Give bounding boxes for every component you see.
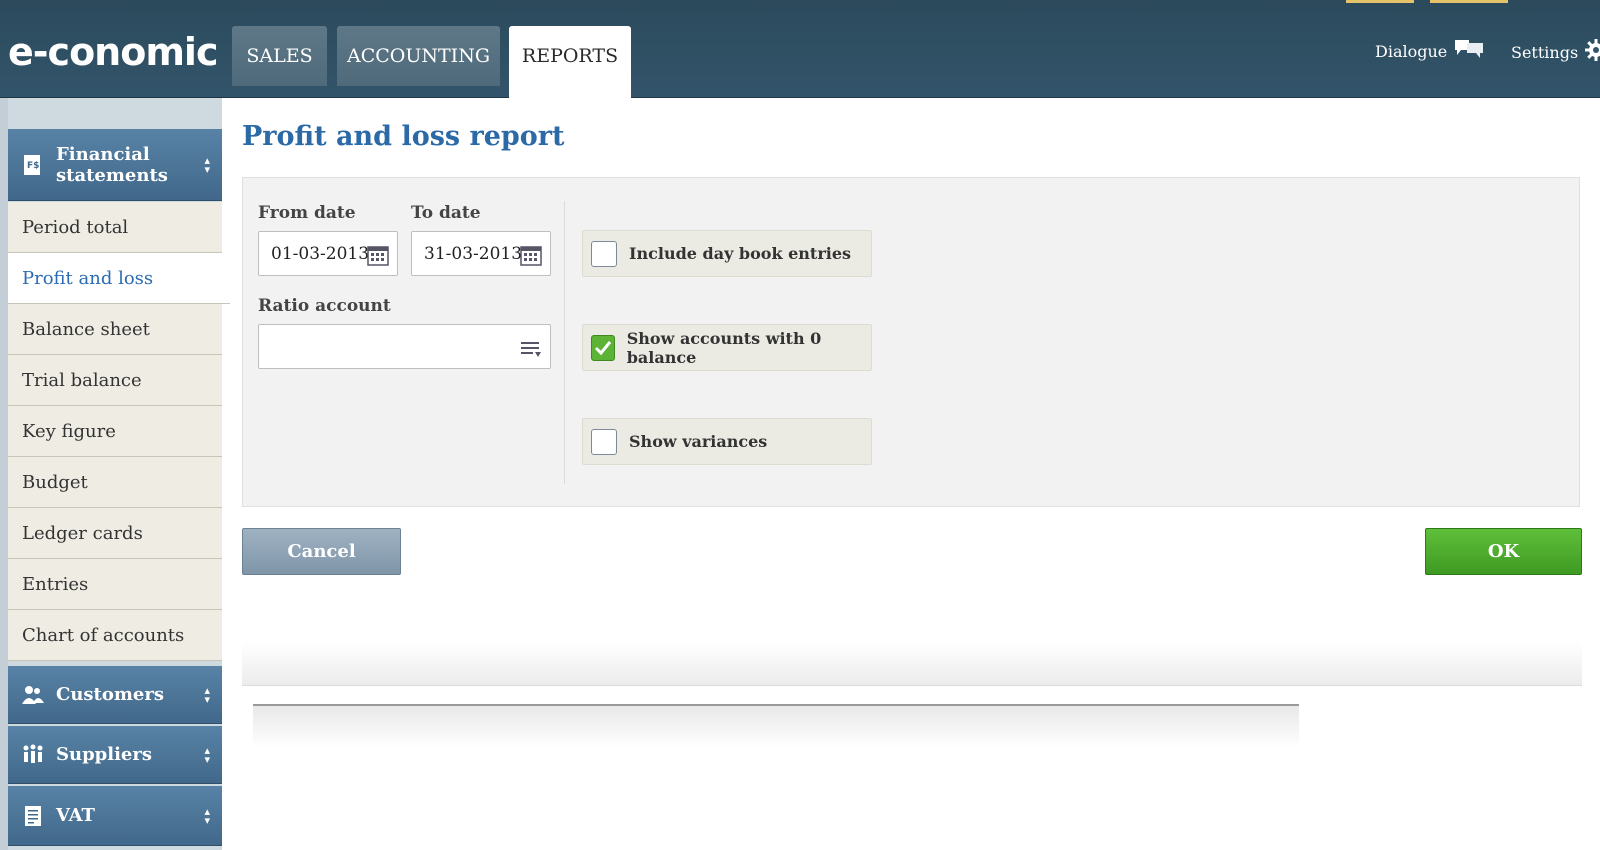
tab-accounting[interactable]: ACCOUNTING [337,26,500,86]
ratio-account-field[interactable] [258,324,551,369]
app-logo[interactable]: e-conomic [8,30,218,74]
top-navigation-bar: e-conomic SALES ACCOUNTING REPORTS Dialo… [0,0,1600,98]
sidebar-item-chart-of-accounts[interactable]: Chart of accounts [8,610,222,661]
report-divider-band [253,704,1299,748]
calendar-icon[interactable] [520,244,542,266]
svg-text:F$: F$ [27,161,39,171]
ok-button[interactable]: OK [1425,528,1582,575]
expand-arrows-icon: ▴ ▾ [204,804,210,827]
option-label: Show variances [629,432,768,451]
cancel-button[interactable]: Cancel [242,528,401,575]
sidebar-edge [0,98,8,850]
gear-icon [1584,38,1600,66]
option-include-day-book-entries[interactable]: Include day book entries [582,230,872,277]
expand-arrows-icon: ▴ ▾ [204,683,210,706]
sidebar-item-entries[interactable]: Entries [8,559,222,610]
checkmark-icon [594,340,612,355]
dialogue-label: Dialogue [1375,41,1448,61]
report-header-band [242,642,1582,686]
expand-arrows-icon: ▴ ▾ [204,743,210,766]
sidebar-section-vat[interactable]: VAT ▴ ▾ [8,786,222,846]
sidebar-section-label: Customers [56,684,164,705]
from-date-field[interactable]: 01-03-2013 [258,231,398,276]
settings-label: Settings [1511,42,1579,62]
show-variances-checkbox[interactable] [591,428,617,455]
include-day-book-checkbox[interactable] [591,240,617,267]
option-label: Show accounts with 0 balance [626,328,822,367]
show-zero-balance-checkbox[interactable] [591,334,615,361]
panel-divider [564,201,565,484]
page-title: Profit and loss report [242,121,565,152]
sidebar-section-label: VAT [56,805,95,826]
top-accent-strip [1430,0,1508,3]
to-date-label: To date [411,203,481,223]
sidebar-section-label: Suppliers [56,744,153,765]
from-date-value: 01-03-2013 [271,243,370,264]
sidebar-section-customers[interactable]: Customers ▴ ▾ [8,666,222,724]
option-label: Include day book entries [629,244,852,263]
sidebar-section-financial-statements[interactable]: F$ Financial statements ▴ ▾ [8,129,222,201]
speech-bubbles-icon [1453,38,1485,64]
financial-document-icon: F$ [22,154,44,176]
customers-icon [22,684,44,706]
tab-sales[interactable]: SALES [232,26,327,86]
settings-link[interactable]: Settings [1511,38,1600,66]
from-date-label: From date [258,203,356,223]
sidebar-section-suppliers[interactable]: Suppliers ▴ ▾ [8,726,222,784]
to-date-value: 31-03-2013 [424,243,523,264]
to-date-field[interactable]: 31-03-2013 [411,231,551,276]
sidebar-item-period-total[interactable]: Period total [8,202,222,253]
sidebar-item-balance-sheet[interactable]: Balance sheet [8,304,222,355]
expand-arrows-icon: ▴ ▾ [204,153,210,176]
list-select-icon[interactable] [520,337,542,359]
sidebar-item-profit-and-loss[interactable]: Profit and loss [8,253,230,304]
sidebar-section-label: Financial statements [56,143,168,186]
vat-document-icon [22,805,44,827]
sidebar-item-budget[interactable]: Budget [8,457,222,508]
option-show-variances[interactable]: Show variances [582,418,872,465]
ratio-account-label: Ratio account [258,296,391,316]
suppliers-icon [22,744,44,766]
sidebar-item-trial-balance[interactable]: Trial balance [8,355,222,406]
sidebar-item-key-figure[interactable]: Key figure [8,406,222,457]
sidebar-item-ledger-cards[interactable]: Ledger cards [8,508,222,559]
tab-reports[interactable]: REPORTS [509,26,631,98]
calendar-icon[interactable] [367,244,389,266]
option-show-accounts-zero-balance[interactable]: Show accounts with 0 balance [582,324,872,371]
top-accent-strip [1346,0,1414,3]
dialogue-link[interactable]: Dialogue [1375,38,1485,64]
